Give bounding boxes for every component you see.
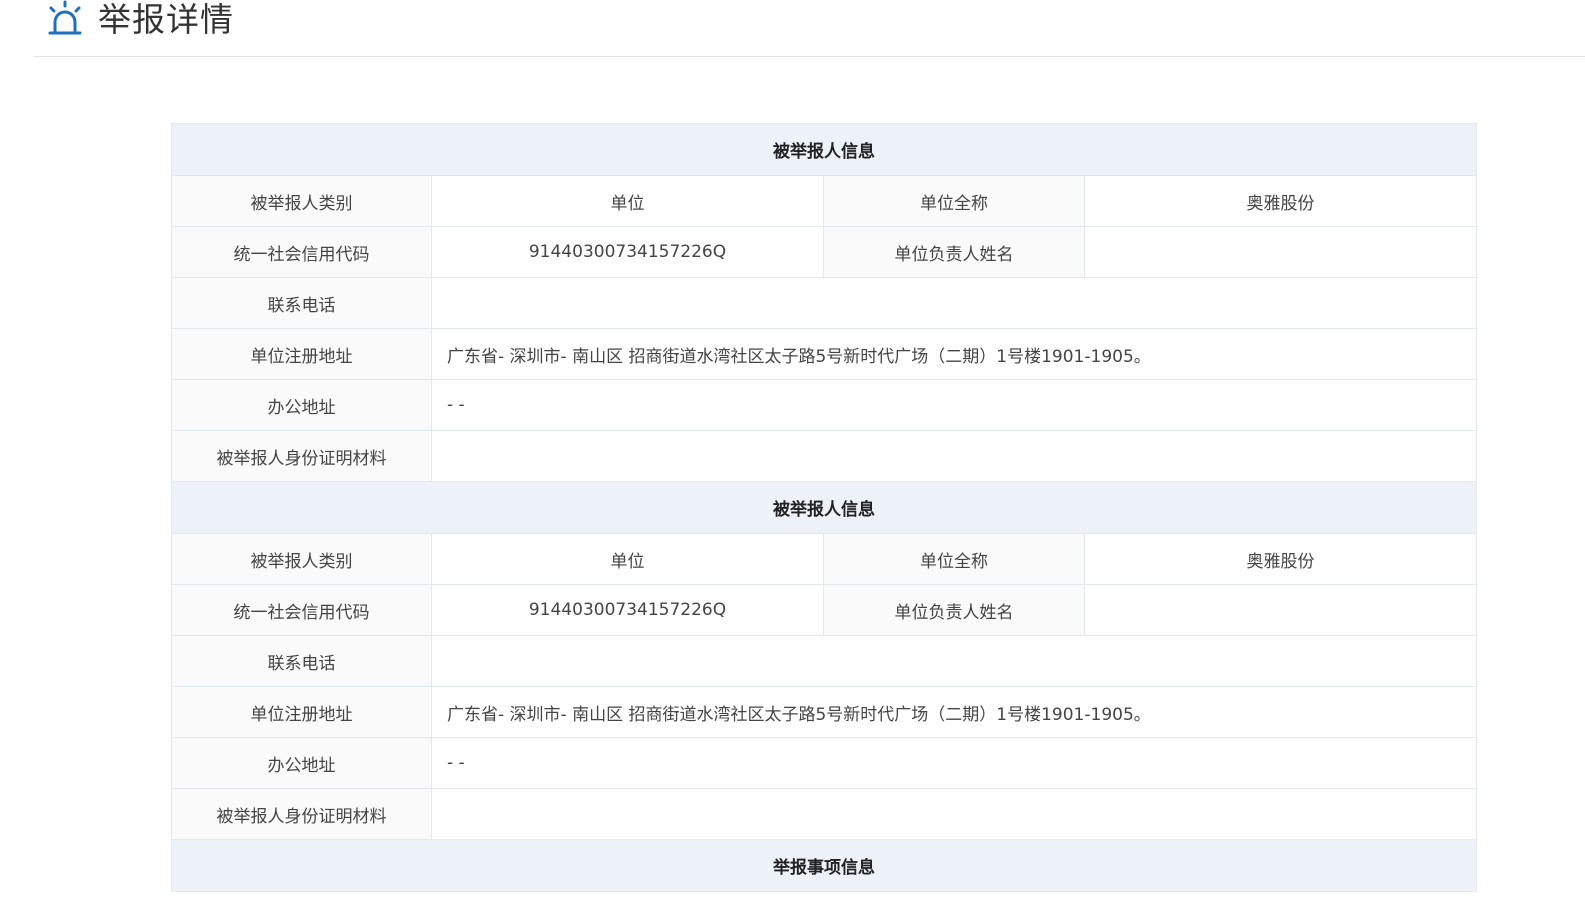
field-label: 联系电话: [171, 277, 432, 329]
table-row: 被举报人身份证明材料: [171, 430, 1477, 482]
field-label: 联系电话: [171, 635, 432, 687]
section-header-reported-party: 被举报人信息: [171, 123, 1477, 176]
table-row: 统一社会信用代码 91440300734157226Q 单位负责人姓名: [171, 226, 1477, 278]
field-label: 单位负责人姓名: [823, 584, 1085, 636]
field-label: 单位全称: [823, 533, 1085, 585]
table-row: 单位注册地址 广东省- 深圳市- 南山区 招商街道水湾社区太子路5号新时代广场（…: [171, 328, 1477, 380]
field-value: - -: [431, 379, 1477, 431]
field-value: 奥雅股份: [1084, 533, 1477, 585]
field-label: 被举报人类别: [171, 533, 432, 585]
page-header: 举报详情: [34, 0, 1585, 57]
field-value: [1084, 226, 1477, 278]
table-row: 办公地址 - -: [171, 379, 1477, 431]
field-label: 被举报人身份证明材料: [171, 788, 432, 840]
field-value: [431, 277, 1477, 329]
field-label: 被举报人身份证明材料: [171, 430, 432, 482]
field-value: [1084, 584, 1477, 636]
field-label: 单位全称: [823, 175, 1085, 227]
field-label: 办公地址: [171, 379, 432, 431]
section-header-row: 举报事项信息: [171, 839, 1477, 892]
field-value: 广东省- 深圳市- 南山区 招商街道水湾社区太子路5号新时代广场（二期）1号楼1…: [431, 328, 1477, 380]
table-row: 单位注册地址 广东省- 深圳市- 南山区 招商街道水湾社区太子路5号新时代广场（…: [171, 686, 1477, 738]
field-value: 单位: [431, 175, 824, 227]
section-header-report-matter: 举报事项信息: [171, 839, 1477, 892]
table-row: 被举报人类别 单位 单位全称 奥雅股份: [171, 533, 1477, 585]
field-value: - -: [431, 737, 1477, 789]
table-row: 统一社会信用代码 91440300734157226Q 单位负责人姓名: [171, 584, 1477, 636]
alarm-light-icon: [44, 0, 86, 40]
field-value: [431, 788, 1477, 840]
field-value: 91440300734157226Q: [431, 584, 824, 636]
field-label: 办公地址: [171, 737, 432, 789]
section-header-reported-party: 被举报人信息: [171, 481, 1477, 534]
field-label: 统一社会信用代码: [171, 226, 432, 278]
table-row: 被举报人类别 单位 单位全称 奥雅股份: [171, 175, 1477, 227]
field-value: [431, 430, 1477, 482]
field-label: 单位注册地址: [171, 686, 432, 738]
field-label: 被举报人类别: [171, 175, 432, 227]
field-label: 单位负责人姓名: [823, 226, 1085, 278]
field-label: 统一社会信用代码: [171, 584, 432, 636]
field-value: 奥雅股份: [1084, 175, 1477, 227]
table-row: 办公地址 - -: [171, 737, 1477, 789]
section-header-row: 被举报人信息: [171, 481, 1477, 534]
field-value: 广东省- 深圳市- 南山区 招商街道水湾社区太子路5号新时代广场（二期）1号楼1…: [431, 686, 1477, 738]
report-detail-table: 被举报人信息 被举报人类别 单位 单位全称 奥雅股份 统一社会信用代码 9144…: [171, 123, 1477, 892]
table-row: 联系电话: [171, 635, 1477, 687]
table-row: 联系电话: [171, 277, 1477, 329]
field-value: 91440300734157226Q: [431, 226, 824, 278]
page-title: 举报详情: [98, 0, 234, 39]
field-value: [431, 635, 1477, 687]
table-row: 被举报人身份证明材料: [171, 788, 1477, 840]
field-value: 单位: [431, 533, 824, 585]
field-label: 单位注册地址: [171, 328, 432, 380]
section-header-row: 被举报人信息: [171, 123, 1477, 176]
